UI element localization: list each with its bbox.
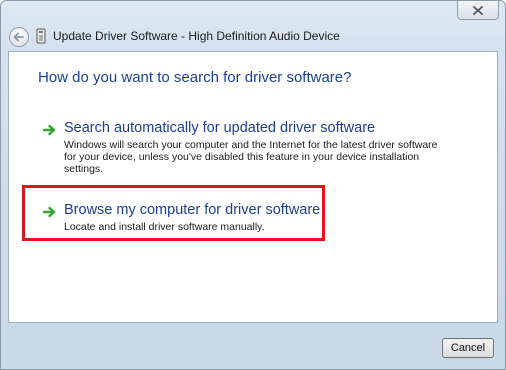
option-description: Locate and install driver software manua… [64, 221, 265, 233]
option-title: Browse my computer for driver software [64, 202, 321, 218]
device-icon [36, 28, 46, 44]
green-arrow-icon [43, 206, 56, 218]
option-description: Windows will search your computer and th… [64, 139, 438, 175]
close-button[interactable] [457, 1, 499, 20]
title-bar: Update Driver Software - High Definition… [1, 1, 505, 51]
search-automatically-option[interactable]: Search automatically for updated driver … [43, 120, 443, 176]
cancel-button[interactable]: Cancel [442, 338, 494, 358]
dialog-footer: Cancel [1, 323, 505, 369]
back-arrow-icon [13, 32, 24, 42]
green-arrow-icon [43, 124, 56, 136]
window-title: Update Driver Software - High Definition… [53, 29, 340, 43]
content-panel: How do you want to search for driver sof… [8, 51, 498, 323]
option-title: Search automatically for updated driver … [64, 120, 376, 136]
page-heading: How do you want to search for driver sof… [38, 69, 352, 86]
close-icon [473, 5, 483, 15]
browse-computer-option[interactable]: Browse my computer for driver software L… [43, 202, 443, 236]
dialog-window: Update Driver Software - High Definition… [0, 0, 506, 370]
back-button[interactable] [9, 27, 29, 47]
